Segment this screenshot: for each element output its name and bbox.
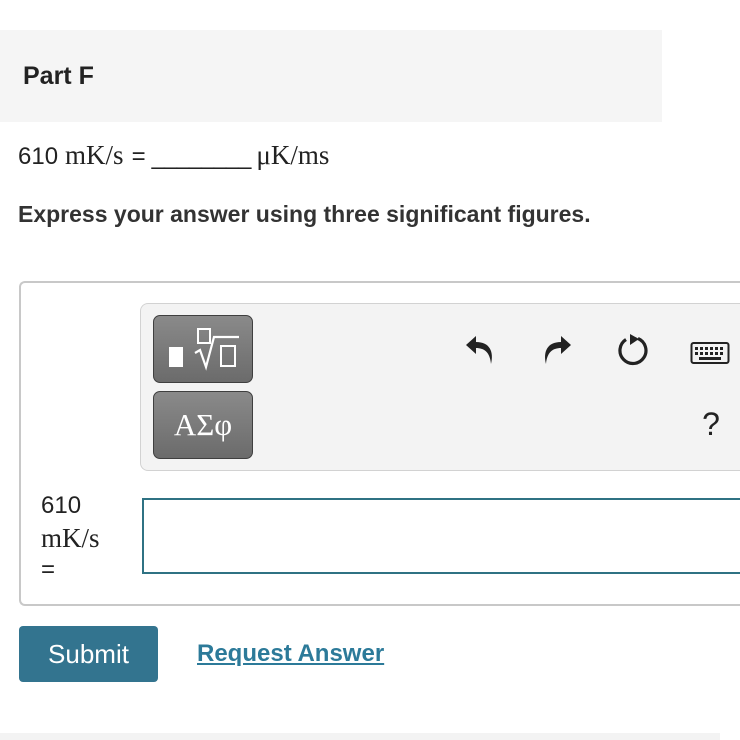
section-divider	[0, 733, 720, 740]
answer-label-equals: =	[41, 556, 56, 583]
keyboard-icon	[690, 340, 730, 366]
reset-button[interactable]	[614, 330, 654, 370]
help-label: ?	[702, 405, 720, 442]
answer-label-value: 610	[41, 492, 82, 519]
question-prompt: 610 mK/s = ________ μK/ms	[18, 140, 329, 180]
undo-button[interactable]	[462, 330, 498, 370]
question-target-unit: μK/ms	[256, 140, 330, 170]
question-value: 610	[18, 143, 59, 170]
submit-button[interactable]: Submit	[19, 626, 158, 682]
part-title: Part F	[23, 62, 94, 90]
answer-input[interactable]	[142, 498, 740, 574]
answer-instructions: Express your answer using three signific…	[18, 201, 591, 227]
page: Part F 610 mK/s = ________ μK/ms Express…	[0, 0, 740, 740]
undo-icon	[464, 332, 496, 368]
keyboard-button[interactable]	[689, 338, 731, 368]
redo-button[interactable]	[539, 330, 575, 370]
reset-icon	[616, 332, 652, 368]
answer-label: 610 mK/s =	[41, 490, 131, 586]
part-header	[0, 30, 662, 122]
help-button[interactable]: ?	[696, 402, 726, 446]
templates-button[interactable]	[153, 315, 253, 383]
symbols-button[interactable]: ΑΣφ	[153, 391, 253, 459]
request-answer-link[interactable]: Request Answer	[197, 636, 384, 672]
question-blank: ________	[151, 143, 252, 170]
answer-label-unit: mK/s	[41, 523, 100, 553]
redo-icon	[541, 332, 573, 368]
templates-sqrt-icon	[165, 323, 241, 376]
question-equals: =	[131, 143, 146, 170]
symbols-label: ΑΣφ	[173, 407, 233, 442]
question-unit: mK/s	[65, 140, 124, 170]
